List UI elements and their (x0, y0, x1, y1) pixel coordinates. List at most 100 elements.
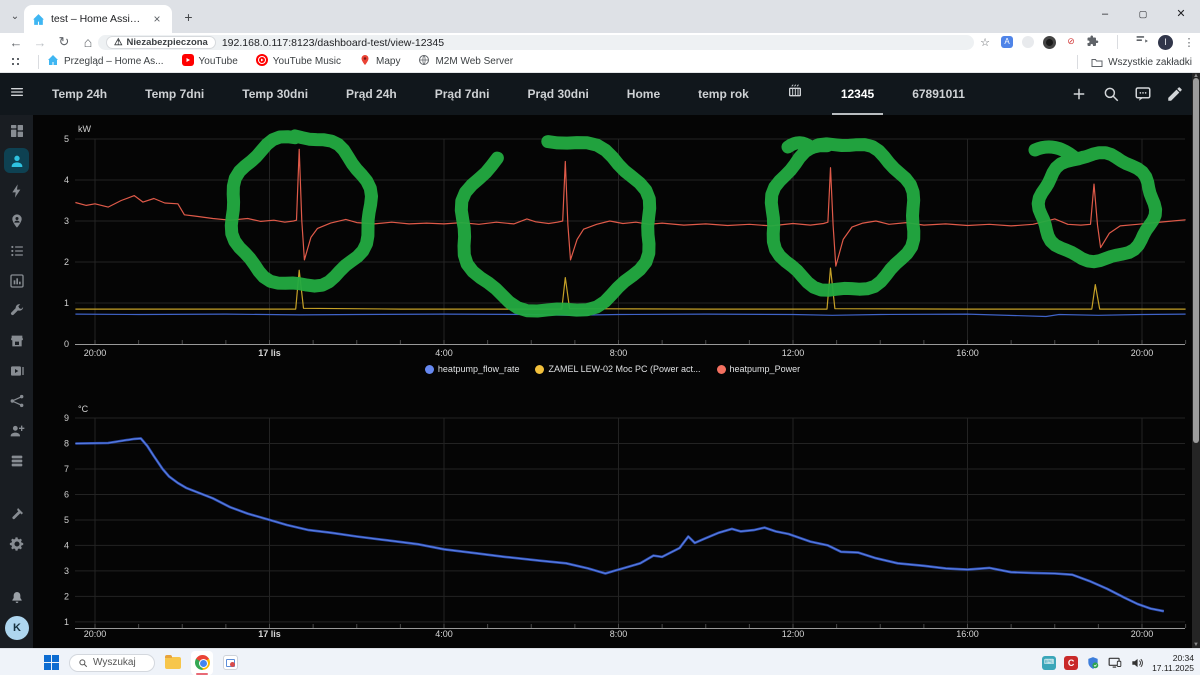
legend-item[interactable]: heatpump_flow_rate (425, 364, 520, 374)
ha-header-actions (1070, 73, 1184, 115)
user-avatar[interactable]: K (5, 616, 29, 640)
sidebar-item-wrench[interactable] (4, 298, 29, 323)
legend-dot (425, 365, 434, 374)
taskbar-clock[interactable]: 20:34 17.11.2025 (1152, 653, 1194, 673)
profile-avatar[interactable]: I (1158, 35, 1173, 50)
reload-icon[interactable]: ↻ (52, 34, 76, 50)
sidebar-item-person-add[interactable] (4, 418, 29, 443)
sidebar-toggle-icon[interactable] (0, 84, 33, 105)
taskbar-search[interactable]: Wyszukaj (69, 654, 155, 672)
tab-search-chevron-icon[interactable]: ⌄ (6, 8, 24, 26)
warning-triangle-icon: ⚠ (114, 37, 123, 48)
svg-text:1: 1 (64, 298, 69, 308)
ha-tab-12345[interactable]: 12345 (822, 73, 893, 115)
legend-item[interactable]: heatpump_Power (717, 364, 801, 374)
svg-text:2: 2 (64, 591, 69, 601)
ha-tab-prąd-24h[interactable]: Prąd 24h (327, 73, 416, 115)
ha-dashboard-view: 01234520:0017 lis4:008:0012:0016:0020:00… (33, 115, 1192, 648)
extension-lock-icon[interactable] (1022, 36, 1034, 48)
sidebar-item-node-red[interactable] (4, 388, 29, 413)
taskbar-search-label: Wyszukaj (93, 657, 136, 668)
clock-time: 20:34 (1152, 653, 1194, 663)
ha-tab-prąd-7dni[interactable]: Prąd 7dni (416, 73, 509, 115)
back-arrow-icon[interactable]: ← (4, 35, 28, 50)
security-chip[interactable]: ⚠ Niezabezpieczona (106, 36, 216, 49)
extension-red-icon[interactable]: ⊘ (1065, 36, 1077, 48)
power-chart-legend: heatpump_flow_rate ZAMEL LEW-02 Moc PC (P… (33, 364, 1192, 374)
forward-arrow-icon[interactable]: → (28, 35, 52, 50)
bookmark-item[interactable]: Mapy (359, 54, 400, 69)
snipping-tool-icon[interactable] (223, 655, 238, 670)
page-scrollbar[interactable]: ▲ ▼ (1192, 73, 1200, 648)
svg-text:1: 1 (64, 617, 69, 627)
maximize-button[interactable]: ▢ (1124, 0, 1162, 30)
teal-app-tray-icon[interactable]: ⌨ (1042, 656, 1056, 670)
sidebar-item-layers[interactable] (4, 448, 29, 473)
sidebar-item-map-marker-person[interactable] (4, 208, 29, 233)
sidebar-item-media[interactable] (4, 358, 29, 383)
folder-outline-icon (1091, 57, 1103, 68)
plus-icon[interactable] (1070, 85, 1088, 103)
tab-title: test – Home Assistant (51, 13, 144, 25)
svg-text:4:00: 4:00 (435, 629, 453, 639)
ha-tab-prąd-30dni[interactable]: Prąd 30dni (508, 73, 607, 115)
start-button[interactable] (44, 655, 59, 670)
translate-icon[interactable]: A (1001, 36, 1013, 48)
menu-dots-icon[interactable]: ⋮ (1182, 36, 1196, 49)
file-explorer-icon[interactable] (165, 657, 181, 669)
legend-label: heatpump_Power (730, 364, 801, 374)
extension-circle-icon[interactable] (1043, 36, 1056, 49)
profile-switch-icon[interactable] (1135, 35, 1149, 49)
ha-tab-temp-rok[interactable]: temp rok (679, 73, 768, 115)
close-window-button[interactable]: ✕ (1162, 0, 1200, 30)
sidebar-item-history-chart[interactable] (4, 268, 29, 293)
apps-grid-icon[interactable] (10, 56, 22, 68)
assist-chat-icon[interactable] (1134, 85, 1152, 103)
bookmark-item[interactable]: YouTube (182, 54, 238, 69)
sidebar-item-lightning-bolt[interactable] (4, 178, 29, 203)
ha-tab-home[interactable]: Home (608, 73, 679, 115)
legend-item[interactable]: ZAMEL LEW-02 Moc PC (Power act... (535, 364, 700, 374)
ha-tab-temp-7dni[interactable]: Temp 7dni (126, 73, 223, 115)
sidebar-item-person[interactable] (4, 148, 29, 173)
home-icon[interactable]: ⌂ (76, 34, 100, 50)
svg-text:17 lis: 17 lis (258, 629, 281, 639)
ha-tab-temp-30dni[interactable]: Temp 30dni (223, 73, 327, 115)
windows-taskbar: Wyszukaj ⌨ C 20:34 17.11.2025 (0, 648, 1200, 675)
bookmark-item[interactable]: YouTube Music (256, 54, 341, 69)
scrollbar-thumb[interactable] (1193, 78, 1199, 443)
clock-date: 17.11.2025 (1152, 663, 1194, 673)
globe-favicon (418, 54, 430, 69)
monitor-tray-icon[interactable] (1108, 656, 1122, 670)
new-tab-button[interactable]: + (180, 9, 197, 26)
tab-close-icon[interactable]: × (150, 12, 164, 26)
sidebar-item-hammer[interactable] (4, 501, 29, 526)
minimize-button[interactable]: – (1086, 0, 1124, 30)
security-shield-icon[interactable] (1086, 656, 1100, 670)
red-c-app-tray-icon[interactable]: C (1064, 656, 1078, 670)
charts-canvas: 01234520:0017 lis4:008:0012:0016:0020:00… (33, 115, 1192, 648)
browser-tab[interactable]: test – Home Assistant × (24, 5, 172, 33)
sidebar-item-view-grid[interactable] (4, 118, 29, 143)
svg-text:4: 4 (64, 540, 69, 550)
radiator-tab-icon[interactable] (768, 73, 822, 115)
bookmark-star-icon[interactable]: ☆ (978, 36, 992, 49)
bookmark-item[interactable]: Przegląd – Home As... (47, 54, 164, 69)
svg-text:12:00: 12:00 (782, 629, 805, 639)
toolbar-divider (1117, 35, 1118, 49)
svg-text:20:00: 20:00 (1131, 348, 1154, 358)
chrome-taskbar-icon[interactable] (191, 651, 213, 675)
volume-icon[interactable] (1130, 656, 1144, 670)
sidebar-item-hacs-store[interactable] (4, 328, 29, 353)
search-icon[interactable] (1102, 85, 1120, 103)
extensions-puzzle-icon[interactable] (1086, 35, 1100, 50)
sidebar-item-gear[interactable] (4, 531, 29, 556)
address-bar[interactable]: ⚠ Niezabezpieczona 192.168.0.117:8123/da… (98, 35, 974, 50)
all-bookmarks-button[interactable]: Wszystkie zakładki (1069, 51, 1192, 73)
bookmark-item[interactable]: M2M Web Server (418, 54, 513, 69)
notifications-bell-icon[interactable] (4, 585, 29, 610)
ha-tab-67891011[interactable]: 67891011 (893, 73, 984, 115)
edit-pencil-icon[interactable] (1166, 85, 1184, 103)
ha-tab-temp-24h[interactable]: Temp 24h (33, 73, 126, 115)
sidebar-item-logbook-list[interactable] (4, 238, 29, 263)
